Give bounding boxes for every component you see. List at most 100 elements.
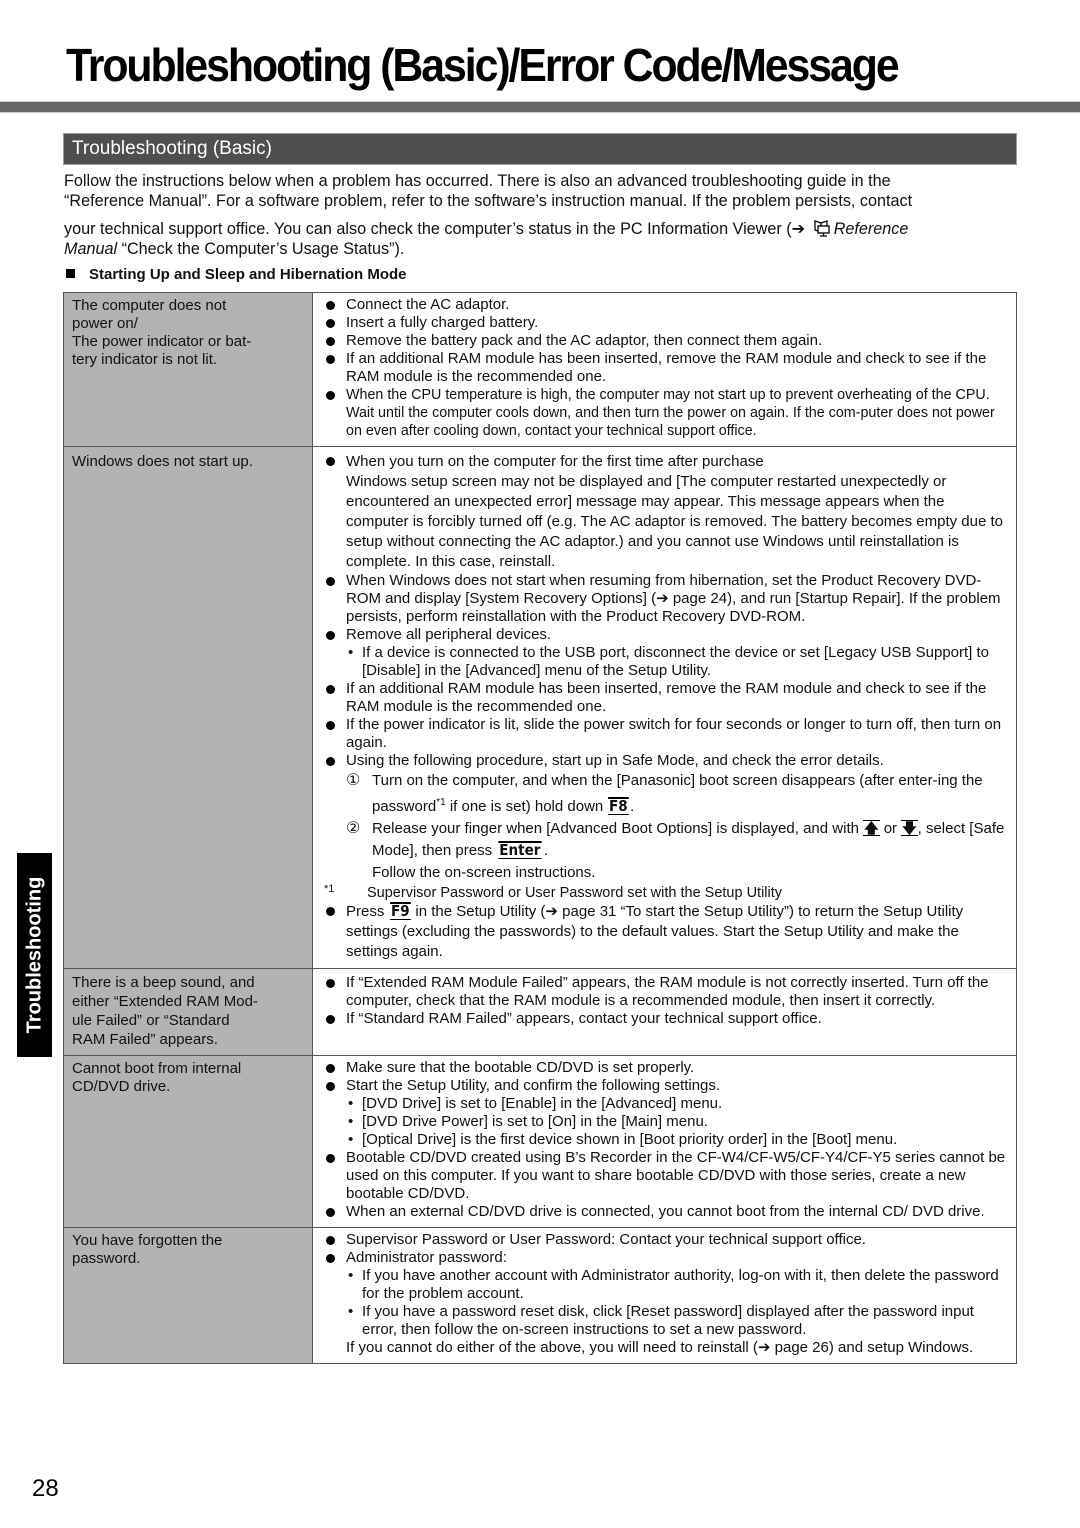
problem-text: There is a beep sound, and	[72, 974, 255, 991]
footnote-mark: *1	[324, 883, 335, 895]
intro-line: “Reference Manual”. For a software probl…	[64, 192, 913, 210]
solution-text: Start the Setup Utility, and confirm the…	[346, 1077, 721, 1094]
reference-manual-icon	[812, 219, 832, 237]
troubleshooting-table: The computer does not power on/ The powe…	[63, 292, 1017, 1364]
solution-text: When you turn on the computer for the fi…	[346, 453, 764, 470]
subsection-heading: Starting Up and Sleep and Hibernation Mo…	[64, 266, 407, 283]
solution-item: Administrator password: If you have anot…	[325, 1249, 1010, 1339]
step-text: .	[543, 842, 549, 859]
solution-item: Press F9 in the Setup Utility (➔ page 31…	[325, 902, 1010, 962]
solution-item: Insert a fully charged battery.	[325, 314, 1010, 332]
solution-item: Remove all peripheral devices. If a devi…	[325, 626, 1010, 680]
side-tab: Troubleshooting	[17, 853, 52, 1057]
footnote-text: Supervisor Password or User Password set…	[367, 885, 783, 901]
solution-item: If an additional RAM module has been ins…	[325, 680, 1010, 716]
solution-item: Supervisor Password or User Password: Co…	[325, 1231, 1010, 1249]
side-tab-label: Troubleshooting	[23, 876, 45, 1034]
solution-cell: When you turn on the computer for the fi…	[312, 446, 1017, 969]
square-bullet-icon	[66, 269, 75, 278]
f8-key-icon: F8	[608, 797, 629, 815]
numbered-step: ① Turn on the computer, and when the [Pan…	[346, 770, 1010, 818]
step-number: ②	[346, 820, 361, 837]
step-number: ①	[346, 772, 361, 789]
table-row: Windows does not start up. When you turn…	[63, 446, 1017, 969]
problem-text: tery indicator is not lit.	[72, 351, 218, 368]
solution-note: If you cannot do either of the above, yo…	[346, 1339, 974, 1356]
problem-text: Windows does not start up.	[72, 453, 253, 470]
solution-text: Windows setup screen may not be displaye…	[346, 473, 1004, 570]
table-row: You have forgotten the password. Supervi…	[63, 1227, 1017, 1364]
sub-item: If you have a password reset disk, click…	[346, 1303, 1010, 1339]
solution-item: If “Standard RAM Failed” appears, contac…	[325, 1010, 1010, 1028]
arrow-right-icon: ➔	[791, 220, 806, 238]
solution-cell: Connect the AC adaptor. Insert a fully c…	[312, 292, 1017, 447]
f9-key-icon: F9	[389, 902, 411, 920]
enter-key-icon: Enter	[498, 841, 542, 859]
problem-text: power on/	[72, 315, 138, 332]
solution-item: Make sure that the bootable CD/DVD is se…	[325, 1059, 1010, 1077]
solution-text: in the Setup Utility (➔ page 31 “To star…	[346, 903, 964, 960]
arrow-up-key-icon: 🡅	[863, 820, 880, 836]
step-text: Release your finger when [Advanced Boot …	[372, 820, 864, 837]
sub-item: If a device is connected to the USB port…	[346, 644, 1010, 680]
solution-item: If “Extended RAM Module Failed” appears,…	[325, 974, 1010, 1010]
solution-cell: Make sure that the bootable CD/DVD is se…	[312, 1055, 1017, 1228]
intro-text: your technical support office. You can a…	[64, 220, 792, 238]
footnote-ref: *1	[436, 797, 446, 808]
solution-item: When Windows does not start when resumin…	[325, 572, 1010, 626]
footnote: *1 Supervisor Password or User Password s…	[324, 883, 1010, 902]
table-row: The computer does not power on/ The powe…	[63, 292, 1017, 447]
numbered-step: ② Release your finger when [Advanced Boot…	[346, 818, 1010, 884]
solution-text: Administrator password:	[346, 1249, 507, 1266]
section-header: Troubleshooting (Basic)	[63, 133, 1017, 165]
solution-item: Start the Setup Utility, and confirm the…	[325, 1077, 1010, 1149]
step-text: if one is set) hold down	[445, 798, 608, 815]
problem-text: CD/DVD drive.	[72, 1078, 171, 1095]
solution-cell: If “Extended RAM Module Failed” appears,…	[312, 968, 1017, 1056]
solution-item: Using the following procedure, start up …	[324, 752, 1010, 902]
problem-cell: The computer does not power on/ The powe…	[63, 292, 313, 447]
solution-item: When an external CD/DVD drive is connect…	[325, 1203, 1010, 1221]
solution-item: If the power indicator is lit, slide the…	[325, 716, 1010, 752]
sub-item: If you have another account with Adminis…	[346, 1267, 1010, 1303]
problem-cell: Windows does not start up.	[63, 446, 313, 969]
intro-text: “Check the Computer’s Usage Status”).	[117, 240, 405, 258]
solution-text: Press	[346, 903, 389, 920]
solution-item: Remove the battery pack and the AC adapt…	[325, 332, 1010, 350]
page-number: 28	[32, 1475, 59, 1502]
intro-line: Follow the instructions below when a pro…	[64, 172, 891, 190]
problem-text: The computer does not	[72, 297, 227, 314]
step-text: .	[630, 798, 635, 815]
problem-text: either “Extended RAM Mod-	[72, 993, 258, 1010]
title-rule	[0, 101, 1080, 113]
problem-cell: Cannot boot from internal CD/DVD drive.	[63, 1055, 313, 1228]
solution-item: If an additional RAM module has been ins…	[325, 350, 1010, 386]
sub-item: [DVD Drive Power] is set to [On] in the …	[346, 1113, 1010, 1131]
arrow-down-key-icon: 🡇	[901, 820, 918, 836]
problem-text: Cannot boot from internal	[72, 1060, 242, 1077]
solution-item: When you turn on the computer for the fi…	[325, 452, 1010, 572]
reference-link[interactable]: Reference	[834, 220, 909, 238]
sub-item: [Optical Drive] is the first device show…	[346, 1131, 1010, 1149]
sub-item: [DVD Drive] is set to [Enable] in the [A…	[346, 1095, 1010, 1113]
problem-cell: There is a beep sound, and either “Exten…	[63, 968, 313, 1056]
subsection-title: Starting Up and Sleep and Hibernation Mo…	[89, 266, 407, 283]
intro-paragraph: Follow the instructions below when a pro…	[64, 171, 1020, 259]
section-title: Troubleshooting (Basic)	[72, 138, 272, 159]
intro-line: Manual “Check the Computer’s Usage Statu…	[64, 239, 1020, 259]
intro-line: your technical support office. You can a…	[64, 219, 1020, 239]
problem-text: You have forgotten the	[72, 1232, 223, 1249]
solution-text: Remove all peripheral devices.	[346, 626, 552, 643]
step-text: Follow the on-screen instructions.	[372, 864, 596, 881]
problem-text: password.	[72, 1250, 141, 1267]
problem-cell: You have forgotten the password.	[63, 1227, 313, 1364]
solution-text: Using the following procedure, start up …	[346, 752, 884, 769]
step-text: or	[879, 820, 902, 837]
solution-item: Bootable CD/DVD created using B’s Record…	[325, 1149, 1010, 1203]
problem-text: ule Failed” or “Standard	[72, 1012, 230, 1029]
solution-item: When the CPU temperature is high, the co…	[325, 386, 1010, 440]
reference-link[interactable]: Manual	[64, 240, 117, 258]
table-row: Cannot boot from internal CD/DVD drive. …	[63, 1055, 1017, 1228]
problem-text: RAM Failed” appears.	[72, 1031, 218, 1048]
page-title: Troubleshooting (Basic)/Error Code/Messa…	[66, 39, 900, 91]
